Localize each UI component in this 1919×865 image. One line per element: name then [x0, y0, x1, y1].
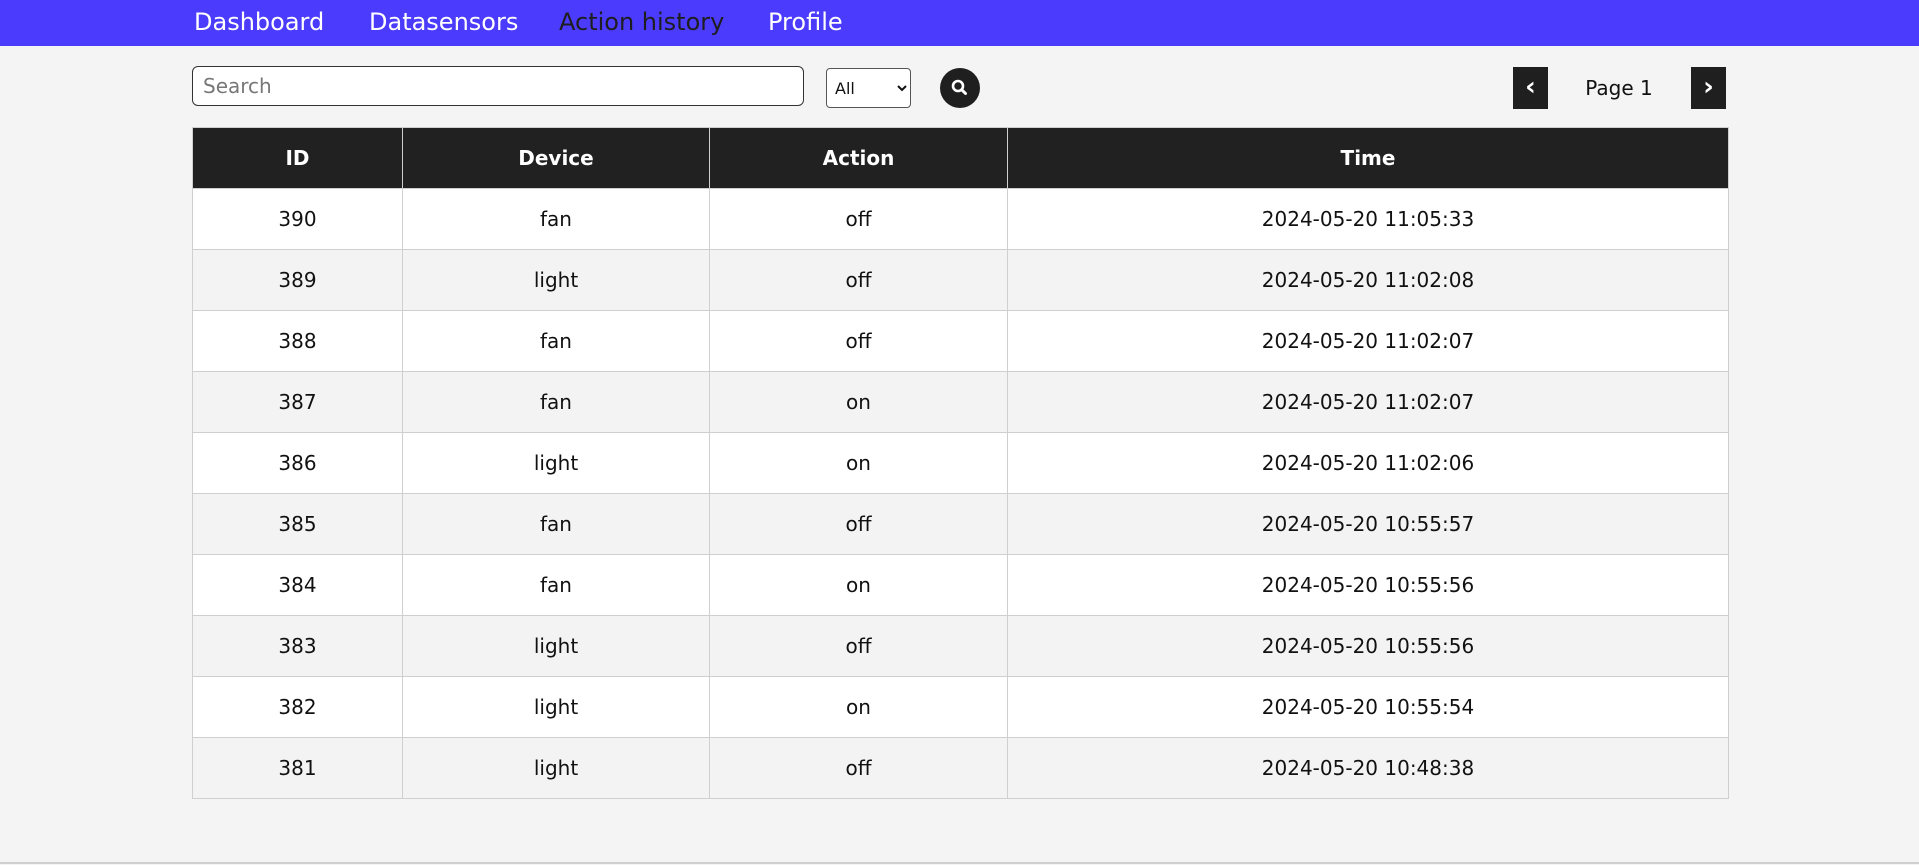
cell-device: fan — [402, 554, 710, 616]
table-header-row: ID Device Action Time — [192, 127, 1729, 189]
cell-id: 387 — [192, 371, 403, 433]
search-button[interactable] — [940, 68, 980, 108]
table-row: 383 light off 2024-05-20 10:55:56 — [192, 615, 1729, 677]
cell-id: 386 — [192, 432, 403, 494]
page-bottom-divider — [0, 862, 1919, 864]
cell-action: off — [709, 310, 1008, 372]
nav-item-datasensors[interactable]: Datasensors — [369, 0, 518, 44]
nav-item-action-history[interactable]: Action history — [559, 0, 724, 44]
table-row: 387 fan on 2024-05-20 11:02:07 — [192, 371, 1729, 433]
nav-item-dashboard[interactable]: Dashboard — [194, 0, 324, 44]
cell-action: off — [709, 188, 1008, 250]
action-history-table: ID Device Action Time 390 fan off 2024-05-2… — [192, 127, 1729, 799]
table-row: 384 fan on 2024-05-20 10:55:56 — [192, 554, 1729, 616]
cell-time: 2024-05-20 10:55:57 — [1007, 493, 1729, 555]
table-row: 385 fan off 2024-05-20 10:55:57 — [192, 493, 1729, 555]
cell-action: off — [709, 493, 1008, 555]
table-body: 390 fan off 2024-05-20 11:05:33 389 light off 2… — [192, 188, 1729, 799]
cell-action: on — [709, 432, 1008, 494]
top-navigation-bar: Dashboard Datasensors Action history Pro… — [0, 0, 1919, 46]
cell-id: 382 — [192, 676, 403, 738]
page-indicator: Page 1 — [1585, 76, 1653, 100]
column-header-action[interactable]: Action — [709, 127, 1008, 189]
cell-time: 2024-05-20 10:55:56 — [1007, 615, 1729, 677]
cell-time: 2024-05-20 10:48:38 — [1007, 737, 1729, 799]
cell-time: 2024-05-20 11:02:06 — [1007, 432, 1729, 494]
cell-device: light — [402, 615, 710, 677]
cell-time: 2024-05-20 10:55:56 — [1007, 554, 1729, 616]
cell-time: 2024-05-20 11:02:07 — [1007, 371, 1729, 433]
cell-time: 2024-05-20 11:02:07 — [1007, 310, 1729, 372]
table-row: 389 light off 2024-05-20 11:02:08 — [192, 249, 1729, 311]
cell-action: off — [709, 249, 1008, 311]
next-page-button[interactable]: › — [1691, 67, 1726, 109]
column-header-device[interactable]: Device — [402, 127, 710, 189]
cell-time: 2024-05-20 10:55:54 — [1007, 676, 1729, 738]
cell-time: 2024-05-20 11:02:08 — [1007, 249, 1729, 311]
cell-device: light — [402, 676, 710, 738]
cell-action: on — [709, 554, 1008, 616]
nav-item-profile[interactable]: Profile — [768, 0, 843, 44]
cell-action: off — [709, 615, 1008, 677]
cell-id: 384 — [192, 554, 403, 616]
cell-id: 389 — [192, 249, 403, 311]
table-row: 386 light on 2024-05-20 11:02:06 — [192, 432, 1729, 494]
cell-id: 385 — [192, 493, 403, 555]
table-row: 381 light off 2024-05-20 10:48:38 — [192, 737, 1729, 799]
cell-action: off — [709, 737, 1008, 799]
search-input[interactable] — [192, 66, 804, 106]
cell-device: fan — [402, 310, 710, 372]
cell-device: fan — [402, 188, 710, 250]
cell-id: 388 — [192, 310, 403, 372]
cell-id: 383 — [192, 615, 403, 677]
column-header-id[interactable]: ID — [192, 127, 403, 189]
table-row: 388 fan off 2024-05-20 11:02:07 — [192, 310, 1729, 372]
cell-id: 390 — [192, 188, 403, 250]
device-filter-select[interactable]: All — [826, 68, 911, 108]
cell-id: 381 — [192, 737, 403, 799]
cell-device: light — [402, 249, 710, 311]
cell-time: 2024-05-20 11:05:33 — [1007, 188, 1729, 250]
table-row: 390 fan off 2024-05-20 11:05:33 — [192, 188, 1729, 250]
cell-action: on — [709, 371, 1008, 433]
column-header-time[interactable]: Time — [1007, 127, 1729, 189]
cell-device: fan — [402, 493, 710, 555]
cell-device: fan — [402, 371, 710, 433]
search-icon — [951, 79, 967, 95]
table-row: 382 light on 2024-05-20 10:55:54 — [192, 676, 1729, 738]
cell-action: on — [709, 676, 1008, 738]
prev-page-button[interactable]: ‹ — [1513, 67, 1548, 109]
cell-device: light — [402, 737, 710, 799]
cell-device: light — [402, 432, 710, 494]
